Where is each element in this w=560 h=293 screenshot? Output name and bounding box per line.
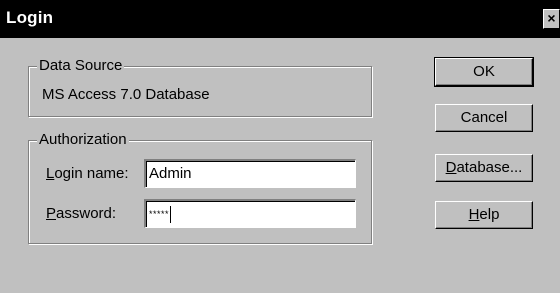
login-name-field[interactable]: Admin: [144, 159, 356, 188]
help-label-rest: elp: [479, 206, 500, 223]
authorization-legend: Authorization: [37, 131, 129, 149]
close-icon: ×: [547, 10, 556, 26]
help-mnemonic: H: [468, 206, 480, 223]
login-dialog: Login × Data Source MS Access 7.0 Databa…: [0, 0, 560, 293]
database-button[interactable]: Database...: [435, 154, 533, 182]
login-name-value: Admin: [149, 165, 192, 182]
database-label-rest: atabase...: [456, 159, 523, 176]
data-source-legend: Data Source: [37, 57, 125, 75]
authorization-group: Authorization Login name: Admin Password…: [28, 131, 372, 244]
title-bar[interactable]: Login ×: [0, 0, 560, 38]
database-mnemonic: D: [445, 159, 457, 176]
help-button[interactable]: Help: [435, 201, 533, 229]
window-title: Login: [6, 8, 54, 27]
data-source-group: Data Source MS Access 7.0 Database: [28, 57, 372, 117]
password-field[interactable]: *****: [144, 199, 356, 228]
password-label: Password:: [46, 205, 116, 223]
login-name-label: Login name:: [46, 165, 129, 183]
password-mnemonic: P: [46, 205, 57, 222]
cancel-button[interactable]: Cancel: [435, 104, 533, 132]
password-value: *****: [149, 209, 170, 219]
data-source-value: MS Access 7.0 Database: [42, 86, 210, 103]
password-label-rest: assword:: [56, 205, 117, 222]
close-button[interactable]: ×: [543, 9, 560, 29]
text-caret: [170, 206, 172, 223]
ok-button[interactable]: OK: [434, 57, 534, 87]
login-name-label-rest: ogin name:: [54, 165, 129, 182]
